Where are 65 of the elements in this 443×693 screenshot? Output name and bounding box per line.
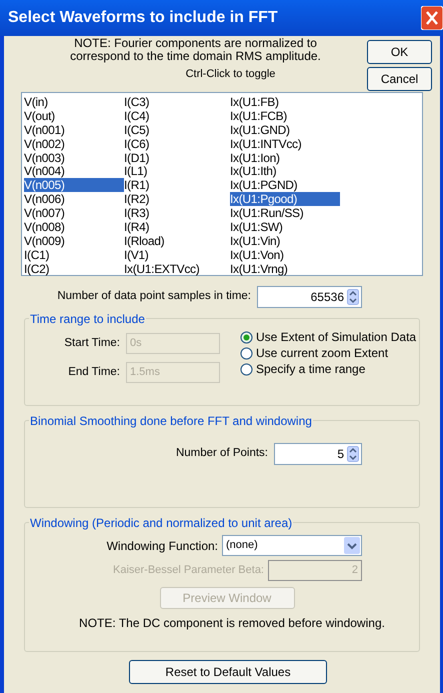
option-label: Use Extent of Simulation Data (256, 329, 416, 346)
window-title: Select Waveforms to include in FFT (8, 8, 278, 28)
waveform-item[interactable]: I(C3) (124, 95, 230, 109)
time-label: Start Time: (64, 336, 120, 351)
waveform-item[interactable]: Ix(U1:EXTVcc) (124, 262, 230, 276)
radio-button[interactable] (240, 362, 253, 376)
spinner-icon[interactable] (347, 446, 359, 462)
waveform-item[interactable]: Ix(U1:Vrng) (230, 262, 340, 276)
waveform-item[interactable]: Ix(U1:FCB) (230, 108, 340, 123)
spinner-icon[interactable] (347, 289, 359, 305)
dc-note: NOTE: The DC component is removed before windowing. (79, 615, 385, 632)
option-label: Specify a time range (256, 361, 366, 378)
waveform-item[interactable]: Ix(U1:Pgood) (230, 192, 340, 206)
waveform-item[interactable]: V(in) (24, 95, 124, 109)
waveform-item[interactable]: I(R2) (124, 192, 230, 206)
waveform-item[interactable]: I(R1) (124, 178, 230, 192)
waveform-item[interactable]: V(n001) (24, 122, 124, 137)
waveform-item[interactable]: V(n006) (24, 192, 124, 206)
waveform-item[interactable]: I(Rload) (124, 234, 230, 248)
dialog-button[interactable]: OK (367, 40, 432, 64)
waveform-item[interactable]: V(n008) (24, 220, 124, 234)
samples-label: Number of data point samples in time: (57, 289, 251, 304)
waveform-item[interactable]: I(C2) (24, 262, 124, 276)
waveform-item[interactable]: Ix(U1:PGND) (230, 178, 340, 192)
waveform-item[interactable]: I(C1) (24, 248, 124, 262)
waveform-item[interactable]: I(L1) (124, 164, 230, 178)
function-label: Windowing Function: (106, 538, 218, 554)
close-icon[interactable] (421, 6, 443, 30)
waveform-item[interactable]: V(out) (24, 108, 124, 123)
waveform-item[interactable]: V(n002) (24, 136, 124, 151)
waveform-item[interactable]: I(C6) (124, 136, 230, 151)
points-label: Number of Points: (176, 446, 268, 462)
waveform-item[interactable]: Ix(U1:Ion) (230, 150, 340, 164)
points-field[interactable]: 5 (274, 443, 362, 465)
note-text: NOTE: Fourier components are normalized to correspond to the time domain RMS amplitude. (69, 37, 322, 63)
waveform-item[interactable]: I(V1) (124, 248, 230, 262)
option-label: Use current zoom Extent (256, 345, 388, 362)
time-label: End Time: (68, 364, 120, 380)
function-dropdown[interactable]: (none) (222, 535, 362, 556)
dialog-button[interactable]: Cancel (367, 67, 432, 91)
waveform-item[interactable]: Ix(U1:GND) (230, 122, 340, 137)
radio-button[interactable] (240, 330, 253, 344)
waveform-item[interactable]: V(n009) (24, 234, 124, 248)
dropdown-icon[interactable] (344, 537, 360, 554)
waveform-item[interactable]: Ix(U1:Vin) (230, 234, 340, 248)
waveform-item[interactable]: Ix(U1:Run/SS) (230, 206, 340, 220)
waveform-item[interactable]: I(R4) (124, 220, 230, 234)
waveform-item[interactable]: Ix(U1:Ith) (230, 164, 340, 178)
waveform-item[interactable]: I(R3) (124, 206, 230, 220)
reset-button[interactable]: Reset to Default Values (129, 660, 327, 684)
waveform-item[interactable]: Ix(U1:SW) (230, 220, 340, 234)
waveform-item[interactable]: Ix(U1:INTVcc) (230, 136, 340, 151)
waveform-item[interactable]: V(n005) (24, 178, 124, 192)
samples-field[interactable]: 65536 (257, 286, 362, 308)
hint-text: Ctrl-Click to toggle (186, 67, 276, 82)
waveform-item[interactable]: V(n007) (24, 206, 124, 220)
waveform-item[interactable]: Ix(U1:FB) (230, 95, 340, 109)
waveform-item[interactable]: I(C5) (124, 122, 230, 137)
waveform-item[interactable]: V(n003) (24, 150, 124, 164)
radio-button[interactable] (240, 346, 253, 360)
waveform-item[interactable]: I(C4) (124, 108, 230, 123)
waveform-item[interactable]: V(n004) (24, 164, 124, 178)
waveform-item[interactable]: I(D1) (124, 150, 230, 164)
waveform-item[interactable]: Ix(U1:Von) (230, 248, 340, 262)
beta-label: Kaiser-Bessel Parameter Beta: (112, 563, 264, 578)
